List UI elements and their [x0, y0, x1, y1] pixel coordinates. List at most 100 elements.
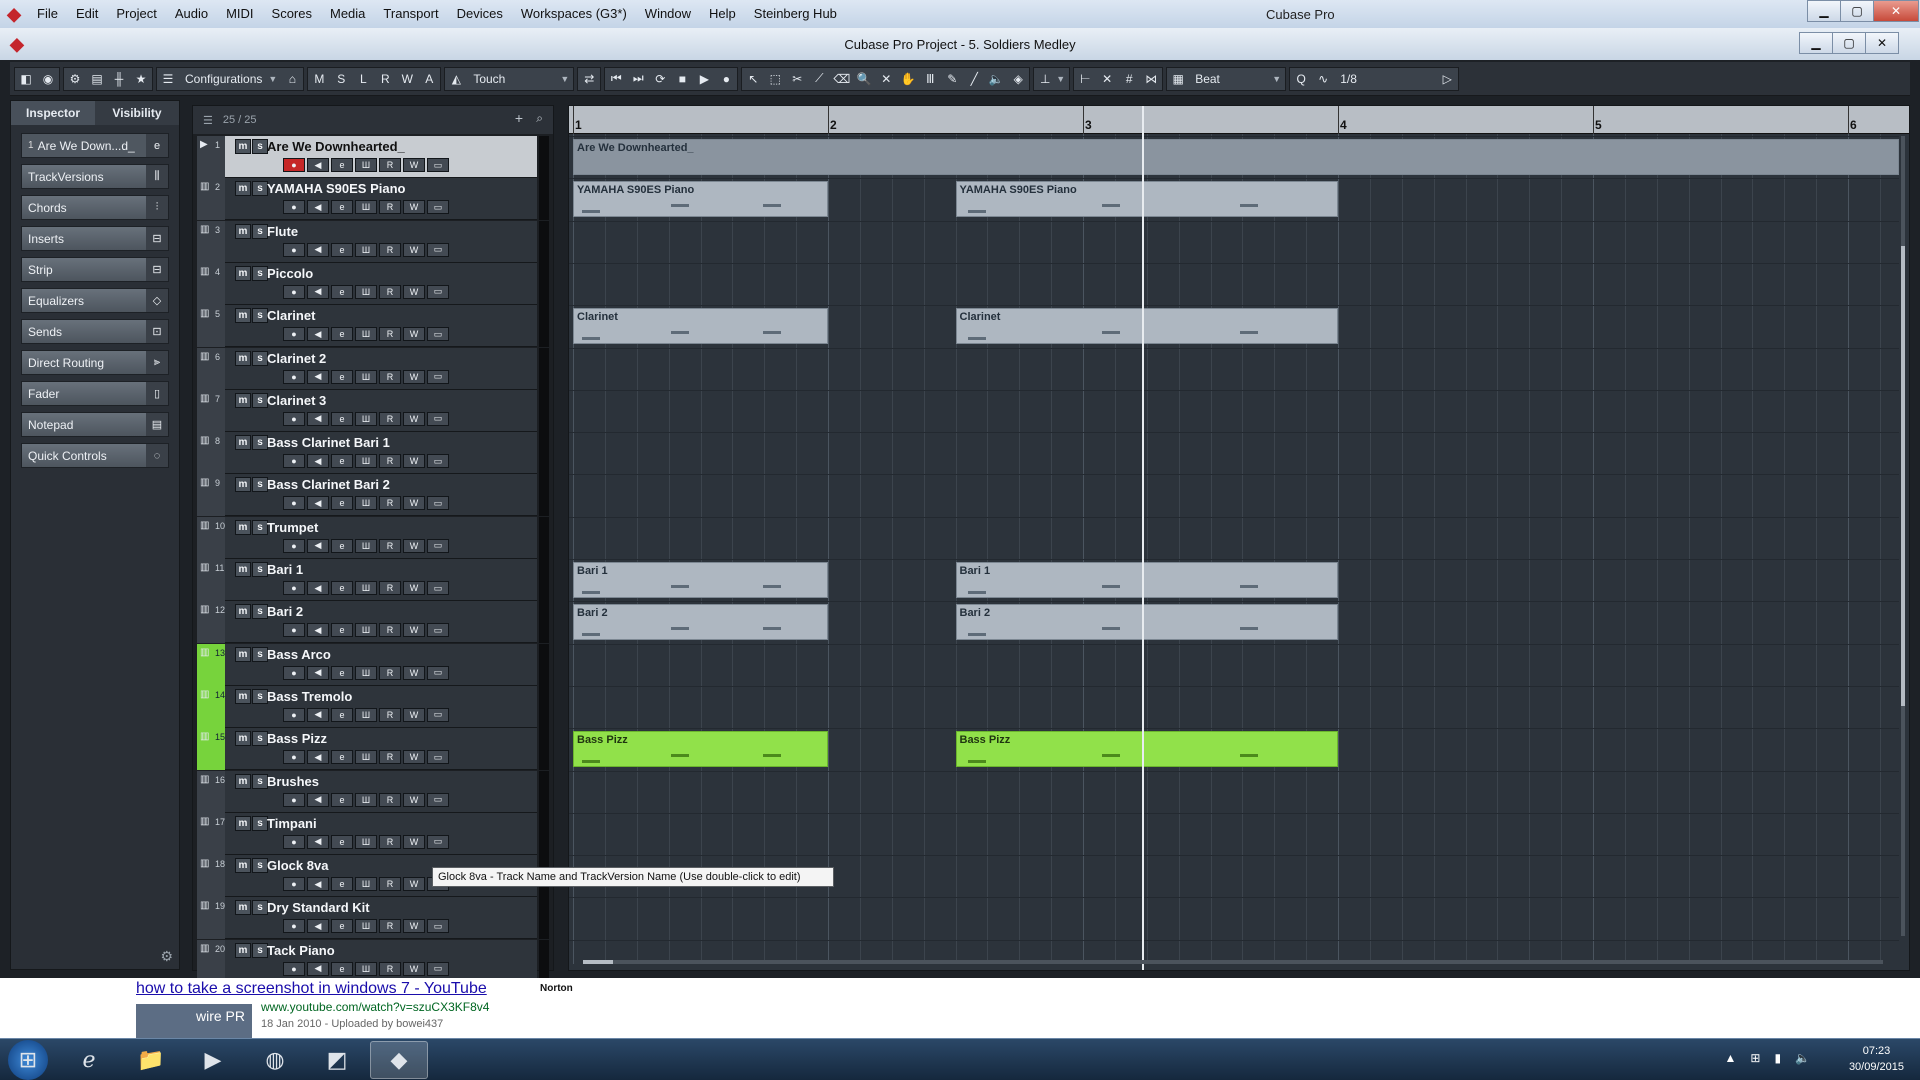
inspector-settings-icon[interactable]: ⚙	[160, 948, 173, 965]
lanes-icon[interactable]: Ш	[355, 750, 377, 765]
folder-icon[interactable]: ▤	[86, 68, 108, 90]
read-automation-button[interactable]: R	[379, 581, 401, 595]
inspector-toggle-icon[interactable]: ◧	[15, 68, 37, 90]
track-row[interactable]: 4 ▥ m s Piccolo ● ◀ e Ш R W ▭	[197, 262, 549, 305]
chrome-icon[interactable]: ◍	[246, 1041, 304, 1079]
track-row[interactable]: 3 ▥ m s Flute ● ◀ e Ш R W ▭	[197, 220, 549, 263]
track-name[interactable]: Dry Standard Kit	[267, 900, 370, 915]
solo-button[interactable]: s	[252, 223, 268, 239]
edit-icon[interactable]: e	[331, 158, 353, 172]
mute-button[interactable]: m	[235, 773, 251, 789]
track-name[interactable]: Clarinet 3	[267, 393, 326, 408]
mute-button[interactable]: m	[235, 181, 251, 197]
video-thumbnail[interactable]: wire PR	[136, 1004, 252, 1038]
menu-transport[interactable]: Transport	[374, 0, 447, 28]
track-row[interactable]: 1 ▶ m s Are We Downhearted_ ● ◀ e Ш R W ▭	[197, 136, 549, 178]
project-close-icon[interactable]: ✕	[1865, 32, 1899, 54]
track-name[interactable]: Bass Clarinet Bari 2	[267, 477, 390, 492]
horizontal-scrollbar[interactable]	[583, 960, 1883, 964]
track-row[interactable]: 9 ▥ m s Bass Clarinet Bari 2 ● ◀ e Ш R W ▭	[197, 474, 549, 517]
configurations-dropdown[interactable]: ☰ Configurations ▼ ⌂	[156, 66, 305, 91]
monitor-icon[interactable]: ◀	[307, 454, 329, 469]
track-versions-icon[interactable]: ▭	[427, 707, 449, 722]
start-button-icon[interactable]: ⊞	[8, 1040, 48, 1080]
menu-window[interactable]: Window	[636, 0, 700, 28]
track-versions-icon[interactable]: ▭	[427, 919, 449, 934]
track-name[interactable]: Brushes	[267, 774, 319, 789]
nvidia-icon[interactable]: ◩	[308, 1041, 366, 1079]
read-automation-button[interactable]: R	[379, 369, 401, 384]
play-tool-icon[interactable]: 🔈	[985, 68, 1007, 90]
read-automation-button[interactable]: R	[379, 158, 401, 172]
track-row[interactable]: 10 ▥ m s Trumpet ● ◀ e Ш R W ▭	[197, 516, 549, 559]
track-versions-icon[interactable]: ▭	[427, 454, 449, 469]
record-enable-icon[interactable]: ●	[283, 877, 305, 892]
media-player-icon[interactable]: ▶	[184, 1041, 242, 1079]
track-name[interactable]: Timpani	[267, 816, 317, 831]
read-automation-button[interactable]: R	[379, 623, 401, 638]
lanes-icon[interactable]: Ш	[355, 707, 377, 722]
section-toggle-icon[interactable]: ⫼	[146, 165, 168, 188]
lanes-icon[interactable]: Ш	[355, 200, 377, 215]
edit-icon[interactable]: e	[331, 327, 353, 342]
windows-flag-icon[interactable]: ⊞	[1750, 1051, 1760, 1065]
track-versions-icon[interactable]: ▭	[427, 581, 449, 595]
write-automation-button[interactable]: W	[403, 200, 425, 215]
volume-icon[interactable]: 🔈	[1795, 1051, 1810, 1065]
solo-button[interactable]: s	[252, 604, 268, 620]
write-automation-button[interactable]: W	[403, 496, 425, 511]
lanes-icon[interactable]: Ш	[355, 538, 377, 553]
track-row[interactable]: 20 ▥ m s Tack Piano ● ◀ e Ш R W ▭	[197, 939, 549, 982]
mute-button[interactable]: m	[235, 646, 251, 662]
lanes-icon[interactable]: Ш	[355, 877, 377, 892]
inspector-track-name[interactable]: 1 Are We Down...d_ e	[21, 133, 169, 158]
mixer-icon[interactable]: ╫	[108, 68, 130, 90]
inspector-section-trackversions[interactable]: TrackVersions ⫼	[21, 164, 169, 189]
track-row[interactable]: 15 ▥ m s Bass Pizz ● ◀ e Ш R W ▭	[197, 728, 549, 771]
solo-button[interactable]: s	[252, 688, 268, 704]
snap-zero-icon[interactable]: ✕	[1096, 68, 1118, 90]
range-selection-icon[interactable]: ⬚	[764, 68, 786, 90]
tray-expand-icon[interactable]: ▲	[1724, 1051, 1736, 1065]
mute-button[interactable]: m	[235, 265, 251, 281]
maximize-icon[interactable]: ▢	[1840, 0, 1874, 22]
read-automation-button[interactable]: R	[379, 665, 401, 680]
track-row[interactable]: 5 ▥ m s Clarinet ● ◀ e Ш R W ▭	[197, 305, 549, 348]
mute-button[interactable]: m	[235, 139, 251, 154]
solo-button[interactable]: s	[252, 815, 268, 831]
mute-button[interactable]: m	[235, 477, 251, 493]
monitor-icon[interactable]: ◀	[307, 369, 329, 384]
midi-part[interactable]: Are We Downhearted_	[573, 139, 1899, 175]
track-name[interactable]: YAMAHA S90ES Piano	[267, 181, 405, 196]
nudge-icon[interactable]: ⊥	[1034, 68, 1056, 90]
menu-devices[interactable]: Devices	[448, 0, 512, 28]
inspector-section-notepad[interactable]: Notepad ▤	[21, 412, 169, 437]
menu-workspaces-g3-[interactable]: Workspaces (G3*)	[512, 0, 636, 28]
write-automation-button[interactable]: W	[403, 961, 425, 976]
snap-type-dropdown[interactable]: ▦ Beat ▼	[1166, 66, 1287, 91]
project-minimize-icon[interactable]: ▁	[1799, 32, 1833, 54]
write-automation-button[interactable]: W	[403, 454, 425, 469]
monitor-icon[interactable]: ◀	[307, 750, 329, 765]
section-toggle-icon[interactable]: ⊟	[146, 227, 168, 250]
lanes-icon[interactable]: Ш	[355, 158, 377, 172]
record-enable-icon[interactable]: ●	[283, 750, 305, 765]
read-automation-button[interactable]: R	[379, 919, 401, 934]
menu-file[interactable]: File	[28, 0, 67, 28]
edit-icon[interactable]: e	[331, 284, 353, 299]
lanes-icon[interactable]: Ш	[355, 369, 377, 384]
edit-instrument-icon[interactable]: e	[146, 134, 168, 157]
vertical-scrollbar[interactable]	[1901, 136, 1905, 936]
mute-button[interactable]: m	[235, 519, 251, 535]
minimize-icon[interactable]: ▁	[1807, 0, 1841, 22]
lanes-icon[interactable]: Ш	[355, 411, 377, 426]
track-list-menu-icon[interactable]: ☰	[203, 114, 213, 127]
edit-icon[interactable]: e	[331, 242, 353, 257]
track-versions-icon[interactable]: ▭	[427, 242, 449, 257]
track-row[interactable]: 17 ▥ m s Timpani ● ◀ e Ш R W ▭	[197, 812, 549, 855]
track-versions-icon[interactable]: ▭	[427, 750, 449, 765]
lanes-icon[interactable]: Ш	[355, 961, 377, 976]
record-enable-icon[interactable]: ●	[283, 623, 305, 638]
track-name[interactable]: Bari 1	[267, 562, 303, 577]
record-enable-icon[interactable]: ●	[283, 411, 305, 426]
